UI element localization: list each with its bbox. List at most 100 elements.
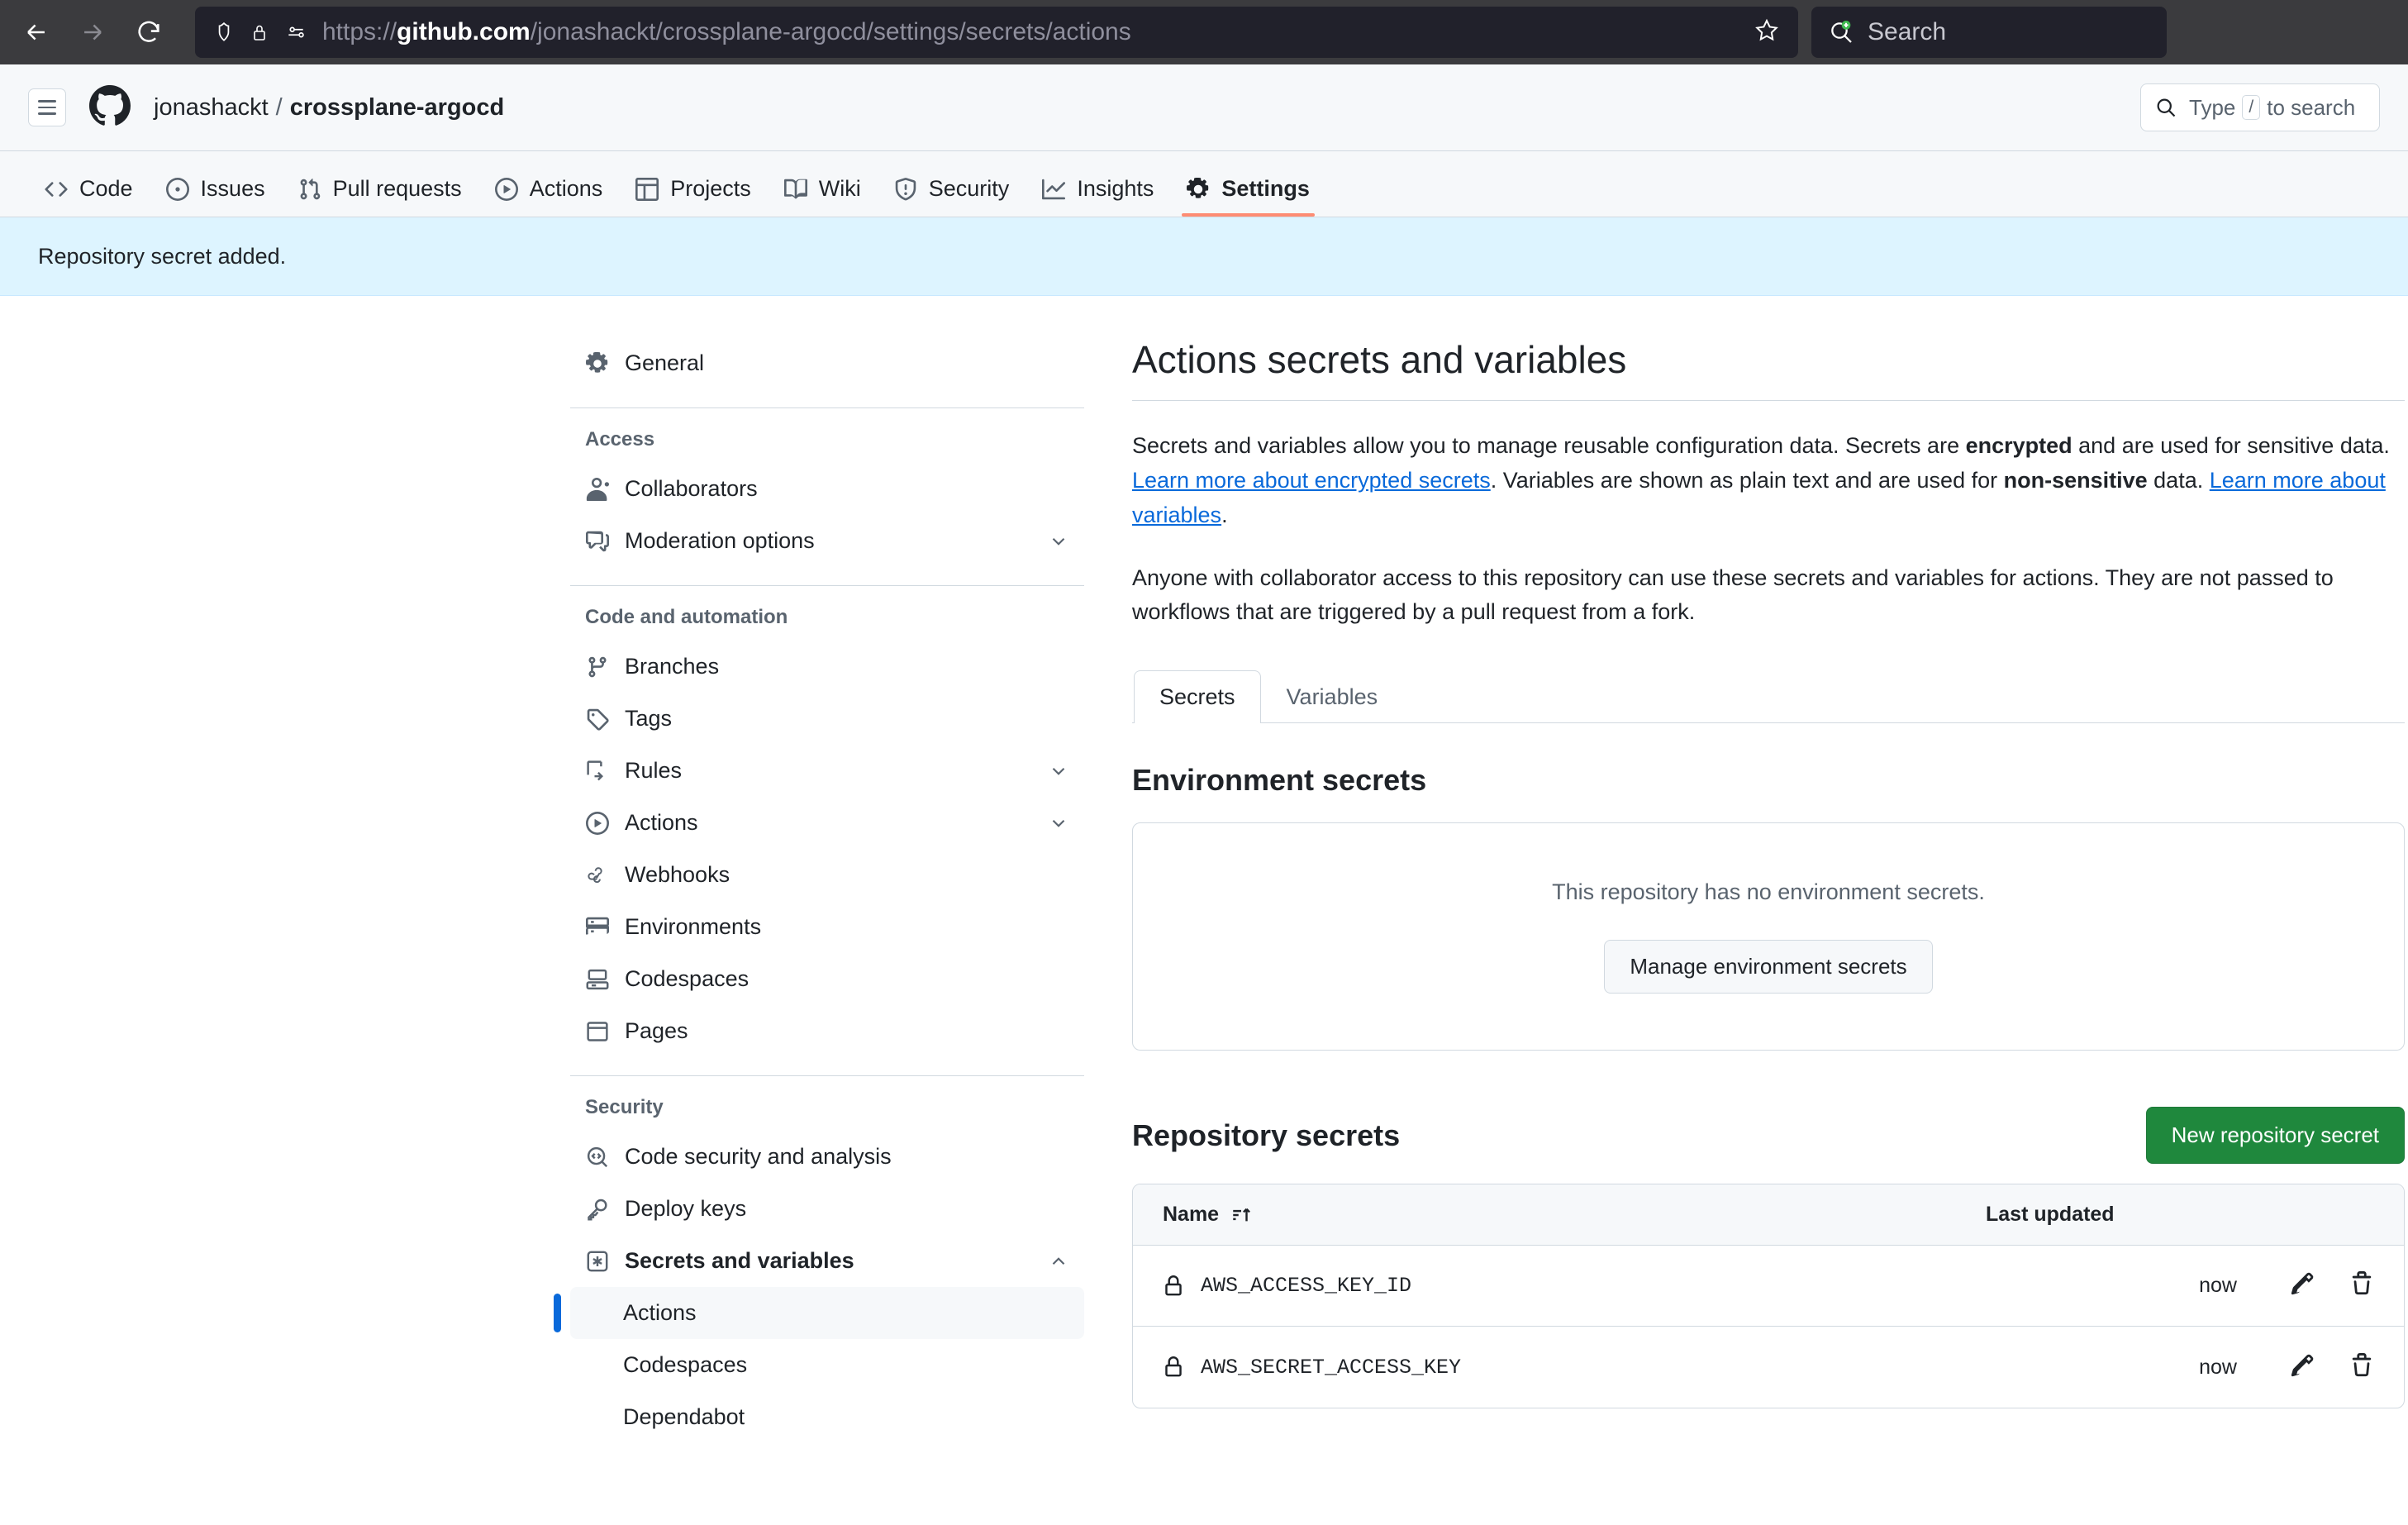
forward-button[interactable]: [64, 4, 121, 60]
sidebar-item-pages[interactable]: Pages: [570, 1005, 1084, 1057]
git-pull-request-icon: [300, 178, 320, 199]
breadcrumb-owner[interactable]: jonashackt: [154, 94, 269, 121]
repo-tab-label: Pull requests: [332, 176, 462, 201]
repo-tab-label: Insights: [1077, 176, 1154, 201]
repo-tab-security[interactable]: Security: [878, 176, 1026, 217]
sidebar-item-webhooks[interactable]: Webhooks: [570, 849, 1084, 901]
delete-secret-button[interactable]: [2349, 1271, 2374, 1300]
learn-more-encrypted-secrets-link[interactable]: Learn more about encrypted secrets: [1132, 468, 1491, 493]
sidebar-item-tags[interactable]: Tags: [570, 693, 1084, 745]
secret-name-cell: AWS_SECRET_ACCESS_KEY: [1163, 1356, 1997, 1380]
repo-tab-insights[interactable]: Insights: [1026, 176, 1170, 217]
table-row: AWS_ACCESS_KEY_ID now: [1133, 1246, 2404, 1327]
manage-environment-secrets-button[interactable]: Manage environment secrets: [1604, 940, 1933, 994]
repo-tab-label: Projects: [670, 176, 751, 201]
repo-tab-issues[interactable]: Issues: [150, 176, 282, 217]
intro-text: and are used for sensitive data.: [2072, 433, 2390, 458]
column-header-label: Name: [1163, 1203, 1220, 1227]
sidebar-item-branches[interactable]: Branches: [570, 641, 1084, 693]
sidebar-item-rules[interactable]: Rules: [570, 745, 1084, 797]
reload-icon: [138, 21, 159, 42]
server-icon: [585, 916, 610, 939]
sidebar-item-general[interactable]: General: [570, 337, 1084, 389]
table-row: AWS_SECRET_ACCESS_KEY now: [1133, 1327, 2404, 1408]
edit-secret-button[interactable]: [2290, 1353, 2315, 1382]
sidebar-item-environments[interactable]: Environments: [570, 901, 1084, 953]
reload-button[interactable]: [121, 4, 177, 60]
github-search-input[interactable]: Type / to search: [2140, 83, 2380, 131]
sidebar-divider: [570, 407, 1084, 408]
sidebar-group-security-title: Security: [585, 1096, 664, 1118]
sidebar-subitem-label: Actions: [623, 1300, 697, 1325]
tag-icon: [585, 708, 610, 731]
sidebar-item-code-security-and-analysis[interactable]: Code security and analysis: [570, 1131, 1084, 1183]
browser-search-box[interactable]: Search: [1811, 7, 2167, 58]
hamburger-icon: [38, 100, 56, 102]
sidebar-subitem-codespaces[interactable]: Codespaces: [570, 1339, 1084, 1391]
table-header-row: Name Last updated: [1133, 1184, 2404, 1246]
repo-tab-projects[interactable]: Projects: [619, 176, 768, 217]
row-actions: [2290, 1352, 2374, 1382]
sidebar-item-label: General: [625, 350, 705, 375]
sidebar-item-secrets-and-variables[interactable]: Secrets and variables: [570, 1235, 1084, 1287]
main-content: Actions secrets and variables Secrets an…: [1132, 337, 2405, 1443]
repo-tab-label: Code: [79, 176, 133, 201]
repo-tab-code[interactable]: Code: [28, 176, 150, 217]
github-home-link[interactable]: [89, 84, 131, 131]
secret-name: AWS_ACCESS_KEY_ID: [1201, 1274, 1412, 1299]
repo-tab-label: Security: [928, 176, 1010, 201]
intro-text: . Variables are shown as plain text and …: [1490, 467, 2004, 493]
sidebar-item-label: Rules: [625, 758, 683, 783]
intro-paragraph-1: Secrets and variables allow you to manag…: [1132, 429, 2405, 533]
bookmark-button[interactable]: [1754, 17, 1780, 48]
new-repository-secret-button[interactable]: New repository secret: [2145, 1107, 2405, 1165]
repo-tab-label: Actions: [529, 176, 603, 201]
settings-sidebar: General Access Collaborators Moderation …: [554, 337, 1099, 1443]
sidebar-item-codespaces[interactable]: Codespaces: [570, 953, 1084, 1005]
page-title: Actions secrets and variables: [1132, 337, 2405, 401]
sidebar-subitem-actions[interactable]: Actions: [554, 1287, 1084, 1339]
delete-secret-button[interactable]: [2349, 1352, 2374, 1382]
secret-name-cell: AWS_ACCESS_KEY_ID: [1163, 1274, 1997, 1298]
repo-tab-actions[interactable]: Actions: [478, 176, 620, 217]
sidebar-item-label: Tags: [625, 706, 673, 731]
repo-tab-pull-requests[interactable]: Pull requests: [282, 176, 478, 217]
global-menu-button[interactable]: [28, 88, 66, 126]
chevron-down-icon: [1048, 760, 1069, 782]
sidebar-item-actions[interactable]: Actions: [570, 797, 1084, 849]
column-header-name[interactable]: Name: [1163, 1203, 1986, 1227]
back-button[interactable]: [8, 4, 64, 60]
tab-secrets[interactable]: Secrets: [1134, 670, 1261, 724]
tab-variables[interactable]: Variables: [1261, 670, 1404, 723]
repo-tab-wiki[interactable]: Wiki: [768, 176, 878, 217]
key-icon: [585, 1198, 610, 1221]
people-icon: [585, 477, 610, 501]
play-icon: [494, 177, 518, 201]
gear-icon: [1187, 177, 1209, 198]
flash-message: Repository secret added.: [0, 217, 2408, 296]
url-text: https://github.com/jonashackt/crossplane…: [322, 18, 1131, 45]
chevron-down-icon: [1048, 813, 1069, 834]
intro-encrypted-bold: encrypted: [1965, 433, 2072, 458]
sidebar-item-label: Collaborators: [625, 476, 758, 501]
codespaces-icon: [585, 968, 610, 991]
sidebar-item-deploy-keys[interactable]: Deploy keys: [570, 1183, 1084, 1235]
graph-icon: [1042, 179, 1066, 199]
edit-secret-button[interactable]: [2290, 1271, 2315, 1300]
repository-secrets-title: Repository secrets: [1132, 1118, 1401, 1152]
repo-tab-settings[interactable]: Settings: [1170, 176, 1326, 217]
sidebar-item-label: Pages: [625, 1018, 688, 1043]
sidebar-group-code-title: Code and automation: [585, 606, 788, 628]
intro-nonsensitive-bold: non-sensitive: [2003, 467, 2148, 493]
sidebar-item-label: Environments: [625, 914, 762, 939]
intro-text: .: [1221, 502, 1228, 527]
url-bar[interactable]: https://github.com/jonashackt/crossplane…: [195, 7, 1798, 58]
sidebar-item-label: Code security and analysis: [625, 1144, 892, 1169]
repo-tab-label: Settings: [1221, 176, 1310, 201]
breadcrumb-repo[interactable]: crossplane-argocd: [290, 94, 504, 121]
sidebar-item-moderation-options[interactable]: Moderation options: [570, 515, 1084, 567]
sidebar-item-collaborators[interactable]: Collaborators: [570, 463, 1084, 515]
sidebar-item-label: Branches: [625, 654, 720, 679]
intro-paragraph-2: Anyone with collaborator access to this …: [1132, 565, 2334, 625]
sidebar-subitem-dependabot[interactable]: Dependabot: [570, 1391, 1084, 1443]
